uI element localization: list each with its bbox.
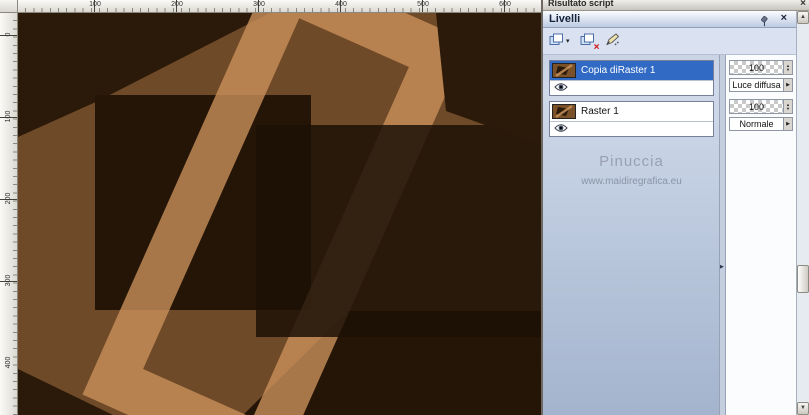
layer-row-copia-diraster-1[interactable]: Copia diRaster 1 [550,61,713,80]
layers-palette: Livelli × ▾ × Copia diRaster 1 Raster 1 … [543,11,796,415]
opacity-spinner[interactable]: ▲ ▼ [783,100,792,113]
script-result-titlebar[interactable]: Risultato script × [543,0,809,11]
ruler-label: 100 [5,110,12,123]
spin-down-icon: ▼ [786,105,790,111]
ruler-label: 500 [417,1,429,8]
blend-mode-value: Luce diffusa [732,80,781,90]
scrollbar-thumb[interactable] [797,265,809,293]
eye-visibility-icon[interactable] [554,120,568,138]
pin-icon[interactable] [759,14,770,27]
layer-visibility-row [550,121,713,136]
layers-list: Copia diRaster 1 Raster 1 Pinuccia www.m… [543,55,719,415]
layers-panel-header[interactable]: Livelli × [543,11,796,28]
opacity-slider-raster-1[interactable]: 100 ▲ ▼ [729,99,793,114]
opacity-value: 100 [748,63,765,73]
delete-layer-button[interactable]: × [579,32,600,53]
ruler-label: 400 [5,356,12,369]
layers-panel-title: Livelli [549,13,581,25]
chevron-down-icon: ▾ [566,38,570,45]
script-result-title: Risultato script [548,0,614,8]
right-dock-panel: Risultato script × ▲ ▼ Livelli × ▾ × Cop… [541,0,809,415]
app-window: 100 200 300 400 500 600 0 100 200 300 40… [0,0,809,415]
edit-script-icon [605,33,620,49]
watermark-title: Pinuccia [599,153,664,170]
eye-visibility-icon[interactable] [554,79,568,97]
splitter-arrow-icon: ▶ [720,263,724,270]
watermark-url: www.maidiregrafica.eu [581,176,682,187]
layer-item: Copia diRaster 1 [549,60,714,96]
layer-item: Raster 1 [549,101,714,137]
edit-script-button[interactable] [604,32,621,50]
layers-panel-main: Copia diRaster 1 Raster 1 Pinuccia www.m… [543,55,796,415]
ruler-label: 0 [5,32,12,37]
layer-controls-column: 100 ▲ ▼ Luce diffusa ▶ 100 ▲ ▼ Normale ▶ [726,55,796,415]
layer-thumbnail [552,63,576,78]
canvas-image[interactable] [18,13,541,415]
layers-toolbar: ▾ × [543,28,796,55]
opacity-slider-copia-diraster-1[interactable]: 100 ▲ ▼ [729,60,793,75]
layer-row-raster-1[interactable]: Raster 1 [550,102,713,121]
panel-scrollbar[interactable]: ▲ ▼ [796,11,809,415]
dropdown-arrow-icon: ▶ [783,118,792,130]
scroll-down-button[interactable]: ▼ [797,402,809,415]
layer-visibility-row [550,80,713,95]
blend-mode-value: Normale [739,119,774,129]
new-layer-icon [549,33,564,49]
layer-thumbnail [552,104,576,119]
ruler-corner [0,0,18,13]
horizontal-ruler: 100 200 300 400 500 600 [18,0,541,13]
scroll-up-button[interactable]: ▲ [797,11,809,24]
blend-mode-select-copia-diraster-1[interactable]: Luce diffusa ▶ [729,78,793,92]
artwork [18,13,541,415]
ruler-label: 400 [335,1,347,8]
opacity-spinner[interactable]: ▲ ▼ [783,61,792,74]
close-icon[interactable]: × [800,0,806,9]
ruler-label: 300 [253,1,265,8]
close-icon[interactable]: × [781,12,787,24]
ruler-label: 200 [5,192,12,205]
panel-splitter[interactable]: ▶ [719,55,726,415]
layer-name: Raster 1 [581,106,619,117]
new-layer-button[interactable]: ▾ [548,32,571,50]
ruler-label: 600 [499,1,511,8]
vertical-ruler: 0 100 200 300 400 [0,13,18,415]
dropdown-arrow-icon: ▶ [783,79,792,91]
blend-mode-select-raster-1[interactable]: Normale ▶ [729,117,793,131]
spin-down-icon: ▼ [786,66,790,72]
red-x-icon: × [593,42,600,53]
ruler-label: 300 [5,274,12,287]
watermark: Pinuccia www.maidiregrafica.eu [549,153,714,187]
ruler-label: 200 [171,1,183,8]
delete-layer-icon [580,33,595,49]
opacity-value: 100 [748,102,765,112]
layer-name: Copia diRaster 1 [581,65,656,76]
ruler-label: 100 [89,1,101,8]
